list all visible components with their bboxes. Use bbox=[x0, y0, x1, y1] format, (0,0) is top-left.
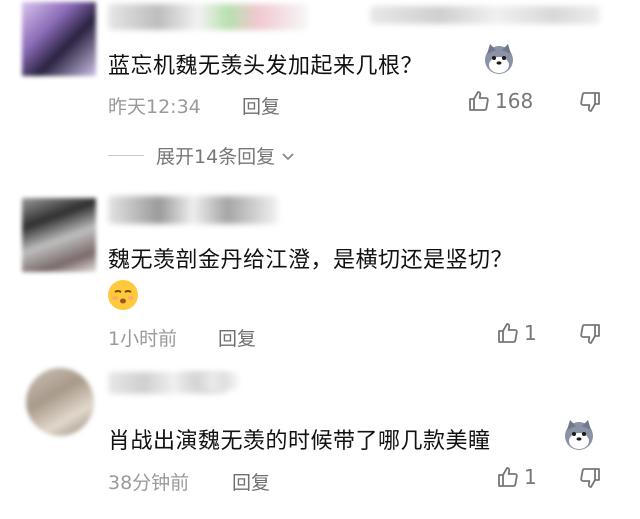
like-button[interactable]: 1 bbox=[496, 465, 537, 489]
expand-replies-button[interactable]: 展开14条回复 bbox=[108, 142, 297, 169]
husky-emoji bbox=[482, 42, 516, 76]
comment-text: 肖战出演魏无羡的时候带了哪几款美瞳 bbox=[108, 429, 491, 454]
user-meta-blurred bbox=[370, 6, 600, 24]
reply-button[interactable]: 回复 bbox=[242, 92, 280, 119]
comment-time: 1小时前 bbox=[108, 328, 178, 350]
thumbs-down-icon[interactable] bbox=[578, 322, 602, 346]
divider-line bbox=[108, 155, 144, 156]
reply-button[interactable]: 回复 bbox=[218, 324, 256, 351]
thumbs-up-icon bbox=[496, 321, 520, 345]
like-button[interactable]: 168 bbox=[467, 89, 533, 113]
thumbs-down-icon[interactable] bbox=[578, 466, 602, 490]
thumbs-up-icon bbox=[467, 89, 491, 113]
avatar[interactable] bbox=[26, 368, 94, 436]
comment-time: 38分钟前 bbox=[108, 472, 190, 494]
like-count: 168 bbox=[495, 89, 534, 113]
reply-button[interactable]: 回复 bbox=[232, 468, 270, 495]
avatar[interactable] bbox=[22, 2, 96, 76]
thumbs-up-icon bbox=[496, 465, 520, 489]
like-count: 1 bbox=[524, 465, 537, 489]
like-count: 1 bbox=[524, 321, 537, 345]
pensive-face-emoji bbox=[106, 278, 140, 312]
user-meta-blurred bbox=[178, 372, 238, 390]
username-blurred[interactable] bbox=[108, 4, 308, 30]
username-blurred[interactable] bbox=[108, 196, 278, 224]
comment-text: 蓝忘机魏无羡头发加起来几根？ bbox=[108, 54, 424, 79]
comment-time: 昨天12:34 bbox=[108, 96, 201, 118]
avatar[interactable] bbox=[22, 198, 96, 272]
thumbs-down-icon[interactable] bbox=[578, 90, 602, 114]
like-button[interactable]: 1 bbox=[496, 321, 537, 345]
chevron-down-icon bbox=[279, 147, 297, 165]
comment-text: 魏无羡剖金丹给江澄，是横切还是竖切？ bbox=[108, 248, 514, 273]
expand-replies-label: 展开14条回复 bbox=[156, 146, 276, 168]
husky-emoji bbox=[562, 418, 596, 452]
